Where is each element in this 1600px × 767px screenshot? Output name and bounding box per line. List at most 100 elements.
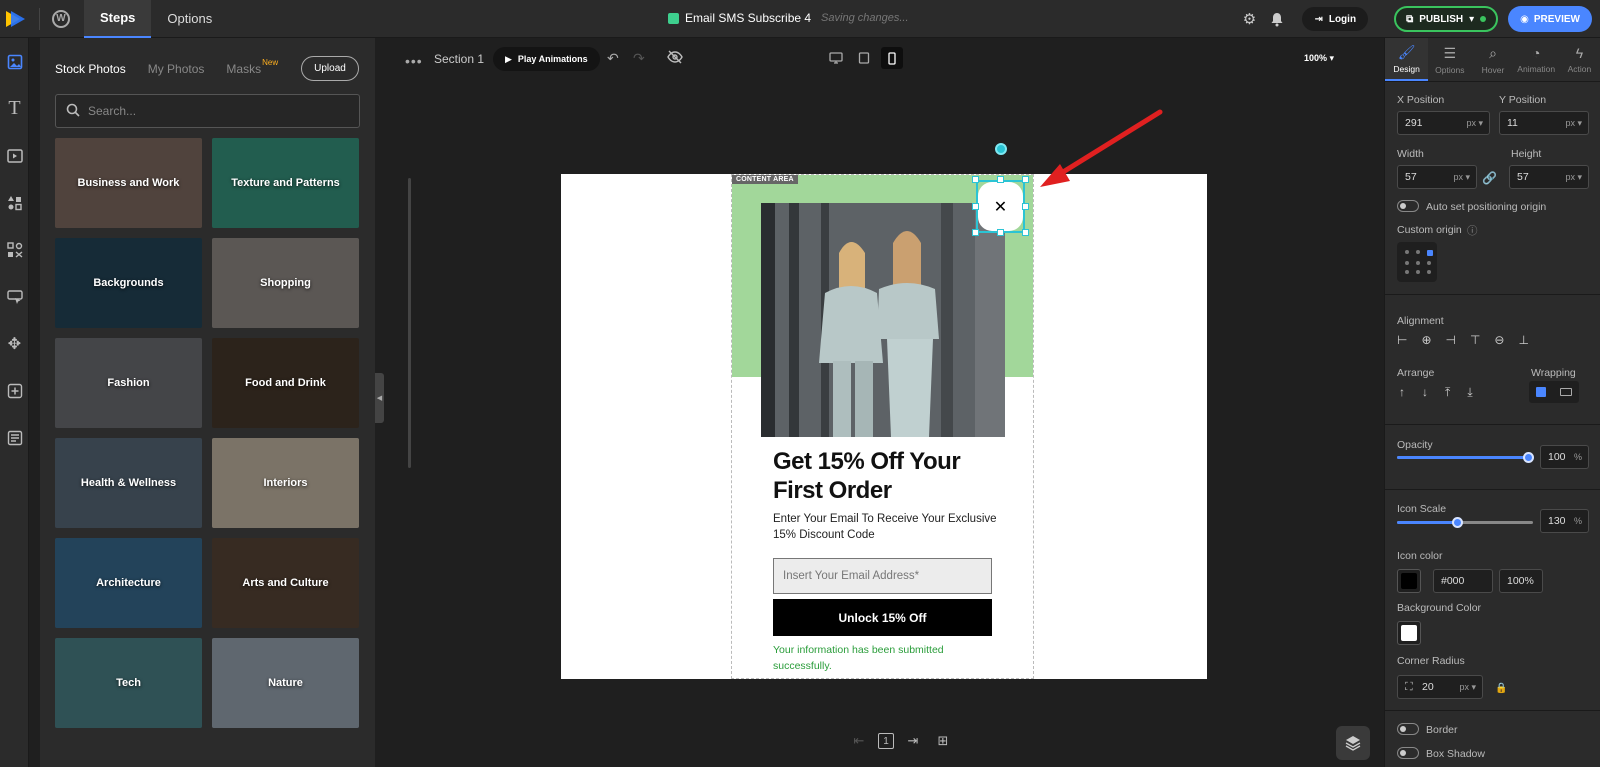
origin-point[interactable] xyxy=(1405,270,1409,274)
tab-masks[interactable]: MasksNew xyxy=(226,58,278,76)
redo-icon[interactable]: ↷ xyxy=(633,50,645,67)
origin-point[interactable] xyxy=(1405,261,1409,265)
tab-options[interactable]: Options xyxy=(151,0,228,38)
next-page-icon[interactable]: ⇥ xyxy=(902,730,924,752)
tab-animation[interactable]: ◔ Animation xyxy=(1515,38,1558,81)
width-unit-select[interactable]: px ▾ xyxy=(1453,172,1470,183)
image-icon[interactable] xyxy=(0,38,29,85)
category-tile[interactable]: Texture and Patterns xyxy=(212,138,359,228)
height-unit-select[interactable]: px ▾ xyxy=(1565,172,1582,183)
y-unit-select[interactable]: px ▾ xyxy=(1565,118,1582,129)
icon-scale-slider-knob[interactable] xyxy=(1452,517,1463,528)
wrapping-toggle[interactable] xyxy=(1529,381,1579,403)
video-icon[interactable] xyxy=(0,132,29,179)
align-top-icon[interactable]: ⊤ xyxy=(1470,333,1480,347)
resize-handle[interactable] xyxy=(1022,203,1029,210)
align-middle-icon[interactable]: ⊖ xyxy=(1494,333,1504,347)
align-center-icon[interactable]: ⊕ xyxy=(1421,333,1431,347)
category-tile[interactable]: Health & Wellness xyxy=(55,438,202,528)
panel-scrollbar[interactable] xyxy=(408,178,411,468)
corner-radius-input[interactable]: ⛶ 20 px ▾ xyxy=(1397,675,1483,699)
icon-scale-input[interactable]: 130% xyxy=(1540,509,1589,533)
origin-point-selected[interactable] xyxy=(1427,250,1433,256)
info-icon[interactable]: ⓘ xyxy=(1467,223,1478,238)
email-field[interactable]: Insert Your Email Address* xyxy=(773,558,992,594)
publish-button[interactable]: ⧉ PUBLISH ▾ xyxy=(1394,6,1499,32)
category-tile[interactable]: Architecture xyxy=(55,538,202,628)
y-position-input[interactable]: 11 px ▾ xyxy=(1499,111,1589,135)
link-icon[interactable]: 🔗 xyxy=(1482,171,1497,185)
rotate-handle[interactable] xyxy=(995,143,1007,155)
category-tile[interactable]: Nature xyxy=(212,638,359,728)
origin-picker[interactable] xyxy=(1397,242,1437,282)
category-tile[interactable]: Backgrounds xyxy=(55,238,202,328)
origin-point[interactable] xyxy=(1405,250,1409,254)
bell-icon[interactable] xyxy=(1268,10,1286,28)
border-toggle[interactable] xyxy=(1397,723,1419,735)
previous-page-icon[interactable]: ⇤ xyxy=(848,730,870,752)
category-tile[interactable]: Shopping xyxy=(212,238,359,328)
preview-button[interactable]: ◉ PREVIEW xyxy=(1508,6,1592,32)
tab-hover[interactable]: ⌕ Hover xyxy=(1471,38,1514,81)
opacity-slider[interactable] xyxy=(1397,452,1534,463)
icon-color-opacity-input[interactable]: 100% xyxy=(1499,569,1543,593)
tab-stock-photos[interactable]: Stock Photos xyxy=(55,62,126,76)
resize-handle[interactable] xyxy=(972,203,979,210)
wordpress-icon[interactable]: W xyxy=(52,9,70,28)
tab-options-panel[interactable]: ☰ Options xyxy=(1428,38,1471,81)
gear-icon[interactable]: ⚙ xyxy=(1240,10,1258,28)
width-input[interactable]: 57 px ▾ xyxy=(1397,165,1477,189)
add-icon[interactable] xyxy=(0,367,29,414)
collapse-panel-handle[interactable]: ◀ xyxy=(375,373,384,423)
origin-point[interactable] xyxy=(1427,270,1431,274)
play-animations-button[interactable]: ▶ Play Animations xyxy=(493,47,600,71)
text-icon[interactable]: T xyxy=(0,85,29,132)
send-backward-icon[interactable]: ↓ xyxy=(1422,385,1428,400)
resize-handle[interactable] xyxy=(997,176,1004,183)
login-button[interactable]: ⇥ Login xyxy=(1302,7,1369,31)
category-tile[interactable]: Business and Work xyxy=(55,138,202,228)
tab-action[interactable]: ϟ Action xyxy=(1558,38,1600,81)
form-icon[interactable] xyxy=(0,273,29,320)
icon-color-hex-input[interactable]: #000 xyxy=(1433,569,1493,593)
shapes-icon[interactable] xyxy=(0,179,29,226)
document-title[interactable]: Email SMS Subscribe 4 Saving changes... xyxy=(668,11,909,25)
tablet-icon[interactable] xyxy=(853,47,875,69)
elements-icon[interactable] xyxy=(0,226,29,273)
page-number[interactable]: 1 xyxy=(878,733,894,749)
wrap-inline-icon[interactable] xyxy=(1536,387,1546,397)
resize-handle[interactable] xyxy=(997,229,1004,236)
eye-off-icon[interactable] xyxy=(667,50,683,67)
resize-handle[interactable] xyxy=(1022,229,1029,236)
bring-forward-icon[interactable]: ↑ xyxy=(1399,385,1405,400)
origin-point[interactable] xyxy=(1416,270,1420,274)
align-right-icon[interactable]: ⊣ xyxy=(1446,333,1456,347)
opacity-slider-knob[interactable] xyxy=(1523,452,1534,463)
send-to-back-icon[interactable]: ⤓ xyxy=(1467,385,1472,400)
box-shadow-toggle[interactable] xyxy=(1397,747,1419,759)
section-name[interactable]: Section 1 xyxy=(434,52,484,66)
corner-radius-unit-select[interactable]: px ▾ xyxy=(1459,682,1476,693)
lock-icon[interactable]: 🔒 xyxy=(1495,683,1507,694)
align-left-icon[interactable]: ⊢ xyxy=(1397,333,1407,347)
category-tile[interactable]: Arts and Culture xyxy=(212,538,359,628)
add-page-icon[interactable]: ⊞ xyxy=(932,730,954,752)
resize-handle[interactable] xyxy=(972,229,979,236)
layers-button[interactable] xyxy=(1336,726,1370,760)
content-area[interactable]: CONTENT AREA Get 15% Off Your First Orde… xyxy=(731,174,1034,679)
zoom-select[interactable]: 100% ▾ xyxy=(1304,53,1334,64)
origin-point[interactable] xyxy=(1416,261,1420,265)
hero-photo[interactable] xyxy=(761,203,1005,437)
upload-button[interactable]: Upload xyxy=(301,56,359,81)
desktop-icon[interactable] xyxy=(825,47,847,69)
canvas-stage[interactable]: CONTENT AREA Get 15% Off Your First Orde… xyxy=(561,174,1207,679)
more-options-icon[interactable]: ••• xyxy=(405,53,423,69)
search-input[interactable] xyxy=(88,104,348,118)
mobile-icon[interactable] xyxy=(881,47,903,69)
resize-handle[interactable] xyxy=(1022,176,1029,183)
icon-color-swatch[interactable] xyxy=(1397,569,1421,593)
resize-handle[interactable] xyxy=(972,176,979,183)
opacity-input[interactable]: 100% xyxy=(1540,445,1589,469)
align-bottom-icon[interactable]: ⊥ xyxy=(1518,333,1528,347)
undo-icon[interactable]: ↶ xyxy=(607,50,619,67)
